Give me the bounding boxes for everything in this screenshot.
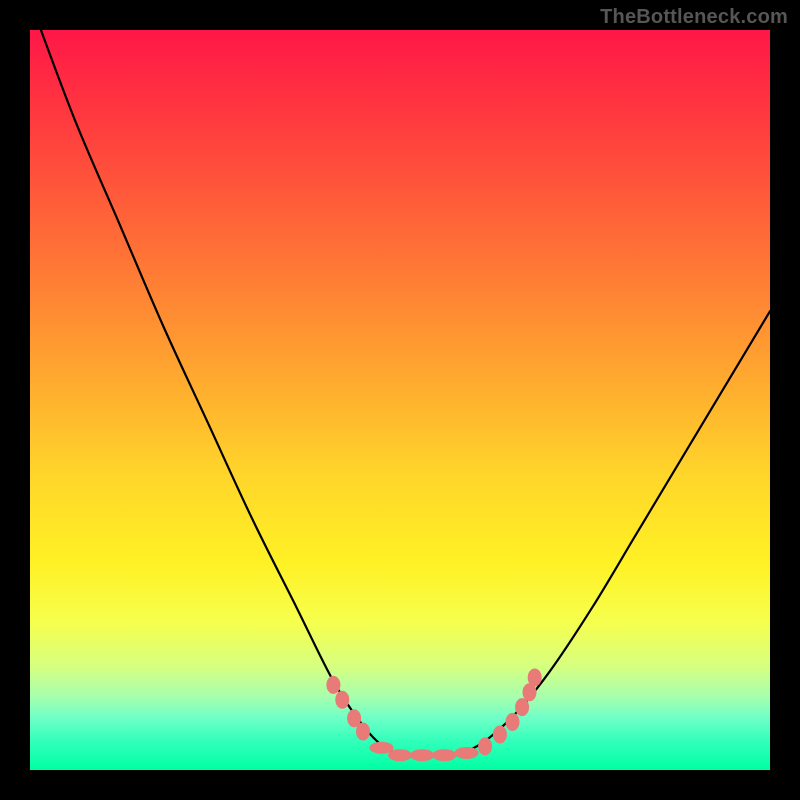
curve-marker — [505, 713, 519, 731]
curve-marker — [515, 698, 529, 716]
curve-marker — [335, 691, 349, 709]
curve-marker — [326, 676, 340, 694]
plot-area — [30, 30, 770, 770]
curve-marker — [388, 749, 412, 761]
curve-marker — [493, 725, 507, 743]
curve-marker — [410, 749, 434, 761]
curve-marker — [455, 747, 479, 759]
curve-marker — [432, 749, 456, 761]
curve-marker — [478, 737, 492, 755]
curve-marker — [356, 723, 370, 741]
chart-svg — [30, 30, 770, 770]
curve-marker — [528, 669, 542, 687]
watermark-text: TheBottleneck.com — [600, 6, 788, 29]
curve-markers — [326, 669, 541, 762]
chart-frame: TheBottleneck.com — [0, 0, 800, 800]
bottleneck-curve — [30, 30, 770, 756]
